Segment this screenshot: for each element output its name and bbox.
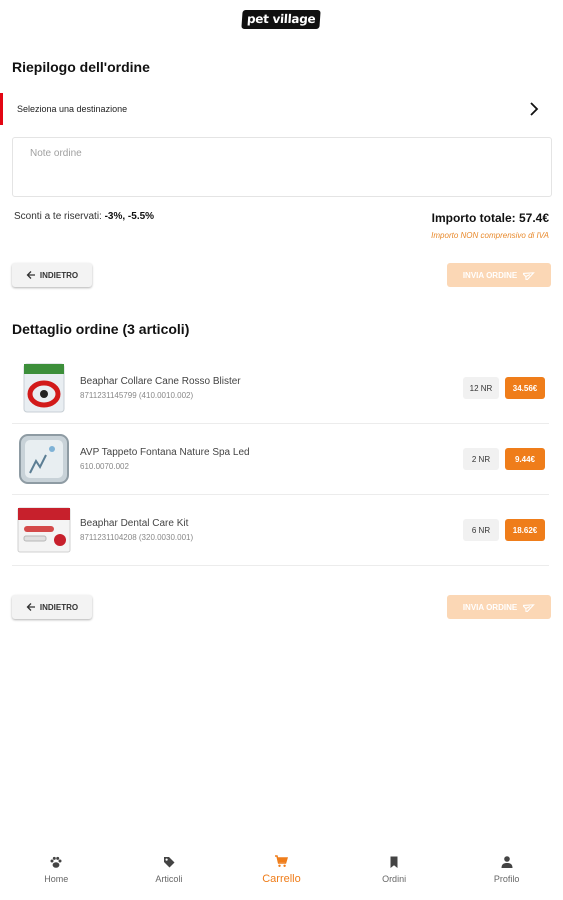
header: pet village [0,10,563,29]
order-items-list: Beaphar Collare Cane Rosso Blister 87112… [12,353,549,566]
item-price: 18.62€ [505,519,545,541]
item-code: 610.0070.002 [80,462,129,471]
discounts-label: Sconti a te riservati: [14,211,102,222]
send-order-label: INVIA ORDINE [462,270,518,280]
nav-item-profile[interactable]: Profilo [450,838,563,900]
back-button-label: INDIETRO [39,602,79,612]
send-icon [523,604,536,612]
discounts-value: -3%, -5.5% [104,211,155,222]
fountain-mat-product-image [19,434,69,484]
nav-label-home: Home [44,873,69,884]
send-order-label: INVIA ORDINE [462,602,518,612]
list-item[interactable]: Beaphar Dental Care Kit 8711231104208 (3… [12,495,549,566]
list-item[interactable]: AVP Tappeto Fontana Nature Spa Led 610.0… [12,424,549,495]
item-quantity: 2 NR [463,448,499,470]
chevron-right-icon [530,102,539,116]
cart-icon [275,854,289,867]
nav-item-home[interactable]: Home [0,838,113,900]
order-summary-title: Riepilogo dell'ordine [12,59,150,75]
item-code: 8711231104208 (320.0030.001) [80,533,194,542]
paw-icon [50,856,62,868]
nav-label-orders: Ordini [382,873,407,884]
item-name: Beaphar Dental Care Kit [80,518,189,529]
send-order-button[interactable]: INVIA ORDINE [447,595,551,619]
vat-note: Importo NON comprensivo di IVA [431,231,549,240]
select-destination-label: Seleziona una destinazione [17,104,128,114]
bookmark-icon [390,856,398,868]
item-price: 34.56€ [505,377,545,399]
item-name: AVP Tappeto Fontana Nature Spa Led [80,447,250,458]
bottom-navigation: Home Articoli Carrello Ordini Profilo [0,838,563,900]
pet-village-logo: pet village [241,10,322,29]
person-icon [501,855,513,868]
item-name: Beaphar Collare Cane Rosso Blister [80,376,241,387]
nav-label-cart: Carrello [262,872,301,885]
item-quantity: 12 NR [463,377,499,399]
nav-label-articles: Articoli [155,873,183,884]
item-quantity: 6 NR [463,519,499,541]
back-button[interactable]: INDIETRO [12,263,92,287]
tag-icon [163,856,175,867]
collar-product-image [23,363,65,413]
list-item[interactable]: Beaphar Collare Cane Rosso Blister 87112… [12,353,549,424]
nav-label-profile: Profilo [493,873,520,884]
back-button-label: INDIETRO [39,270,79,280]
nav-item-cart[interactable]: Carrello [225,838,338,900]
nav-item-articles[interactable]: Articoli [113,838,226,900]
arrow-left-icon [26,271,35,279]
item-code: 8711231145799 (410.0010.002) [80,391,194,400]
reserved-discounts: Sconti a te riservati: -3%, -5.5% [14,211,154,222]
dental-kit-product-image [17,507,71,553]
send-icon [523,272,536,280]
item-price: 9.44€ [505,448,545,470]
nav-item-orders[interactable]: Ordini [338,838,451,900]
order-detail-title: Dettaglio ordine (3 articoli) [12,321,190,337]
back-button[interactable]: INDIETRO [12,595,92,619]
send-order-button[interactable]: INVIA ORDINE [447,263,551,287]
total-amount: Importo totale: 57.4€ [431,211,549,225]
order-notes-field[interactable] [12,137,552,197]
arrow-left-icon [26,603,35,611]
select-destination-row[interactable]: Seleziona una destinazione [0,93,563,125]
